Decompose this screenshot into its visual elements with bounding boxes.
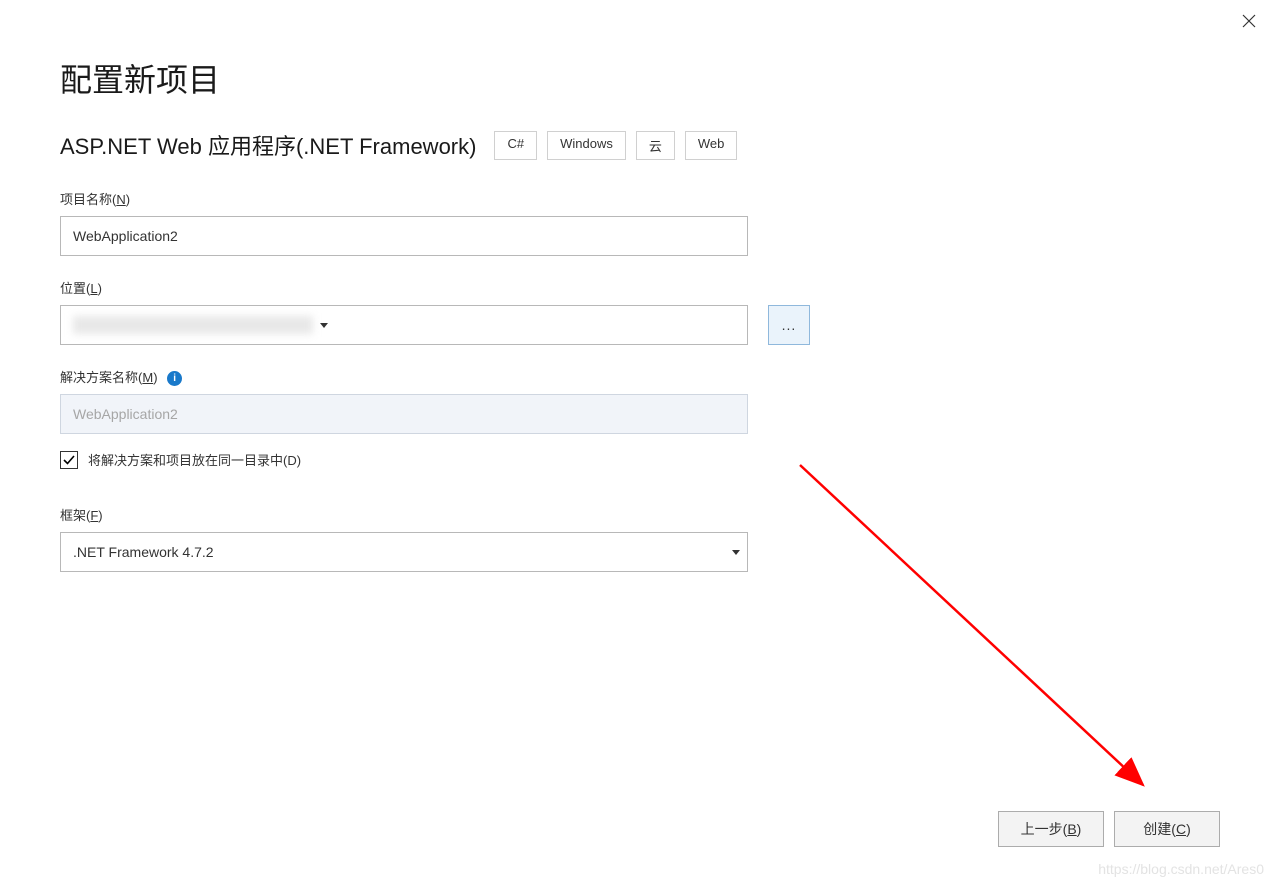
project-name-group: 项目名称(N) <box>60 189 1220 256</box>
solution-name-input <box>60 394 748 434</box>
solution-name-label: 解决方案名称(M) i <box>60 367 1220 386</box>
tag-windows: Windows <box>547 131 626 160</box>
dropdown-arrow-icon[interactable] <box>313 323 335 328</box>
watermark: https://blog.csdn.net/Ares0 <box>1098 861 1264 877</box>
create-button[interactable]: 创建(C) <box>1114 811 1220 847</box>
info-icon[interactable]: i <box>167 371 182 386</box>
close-icon[interactable] <box>1242 12 1256 32</box>
back-button[interactable]: 上一步(B) <box>998 811 1104 847</box>
same-directory-row: 将解决方案和项目放在同一目录中(D) <box>60 450 1220 469</box>
project-template-name: ASP.NET Web 应用程序(.NET Framework) <box>60 129 476 161</box>
project-name-label: 项目名称(N) <box>60 189 1220 208</box>
tag-csharp: C# <box>494 131 537 160</box>
dropdown-arrow-icon[interactable] <box>725 550 747 555</box>
dialog-title: 配置新项目 <box>60 55 1220 101</box>
solution-name-group: 解决方案名称(M) i 将解决方案和项目放在同一目录中(D) <box>60 367 1220 469</box>
location-value-blurred <box>73 316 313 334</box>
same-directory-checkbox[interactable] <box>60 451 78 469</box>
tag-cloud: 云 <box>636 131 675 160</box>
dialog-body: 配置新项目 ASP.NET Web 应用程序(.NET Framework) C… <box>0 0 1280 572</box>
subtitle-row: ASP.NET Web 应用程序(.NET Framework) C# Wind… <box>60 129 1220 161</box>
footer-buttons: 上一步(B) 创建(C) <box>998 811 1220 847</box>
browse-button[interactable]: ... <box>768 305 810 345</box>
location-label: 位置(L) <box>60 278 1220 297</box>
location-combobox[interactable] <box>60 305 748 345</box>
same-directory-label: 将解决方案和项目放在同一目录中(D) <box>88 450 301 469</box>
template-tags: C# Windows 云 Web <box>494 131 737 160</box>
project-name-input[interactable] <box>60 216 748 256</box>
tag-web: Web <box>685 131 738 160</box>
framework-value: .NET Framework 4.7.2 <box>61 544 725 560</box>
location-group: 位置(L) ... <box>60 278 1220 345</box>
framework-combobox[interactable]: .NET Framework 4.7.2 <box>60 532 748 572</box>
framework-label: 框架(F) <box>60 505 1220 524</box>
framework-group: 框架(F) .NET Framework 4.7.2 <box>60 505 1220 572</box>
